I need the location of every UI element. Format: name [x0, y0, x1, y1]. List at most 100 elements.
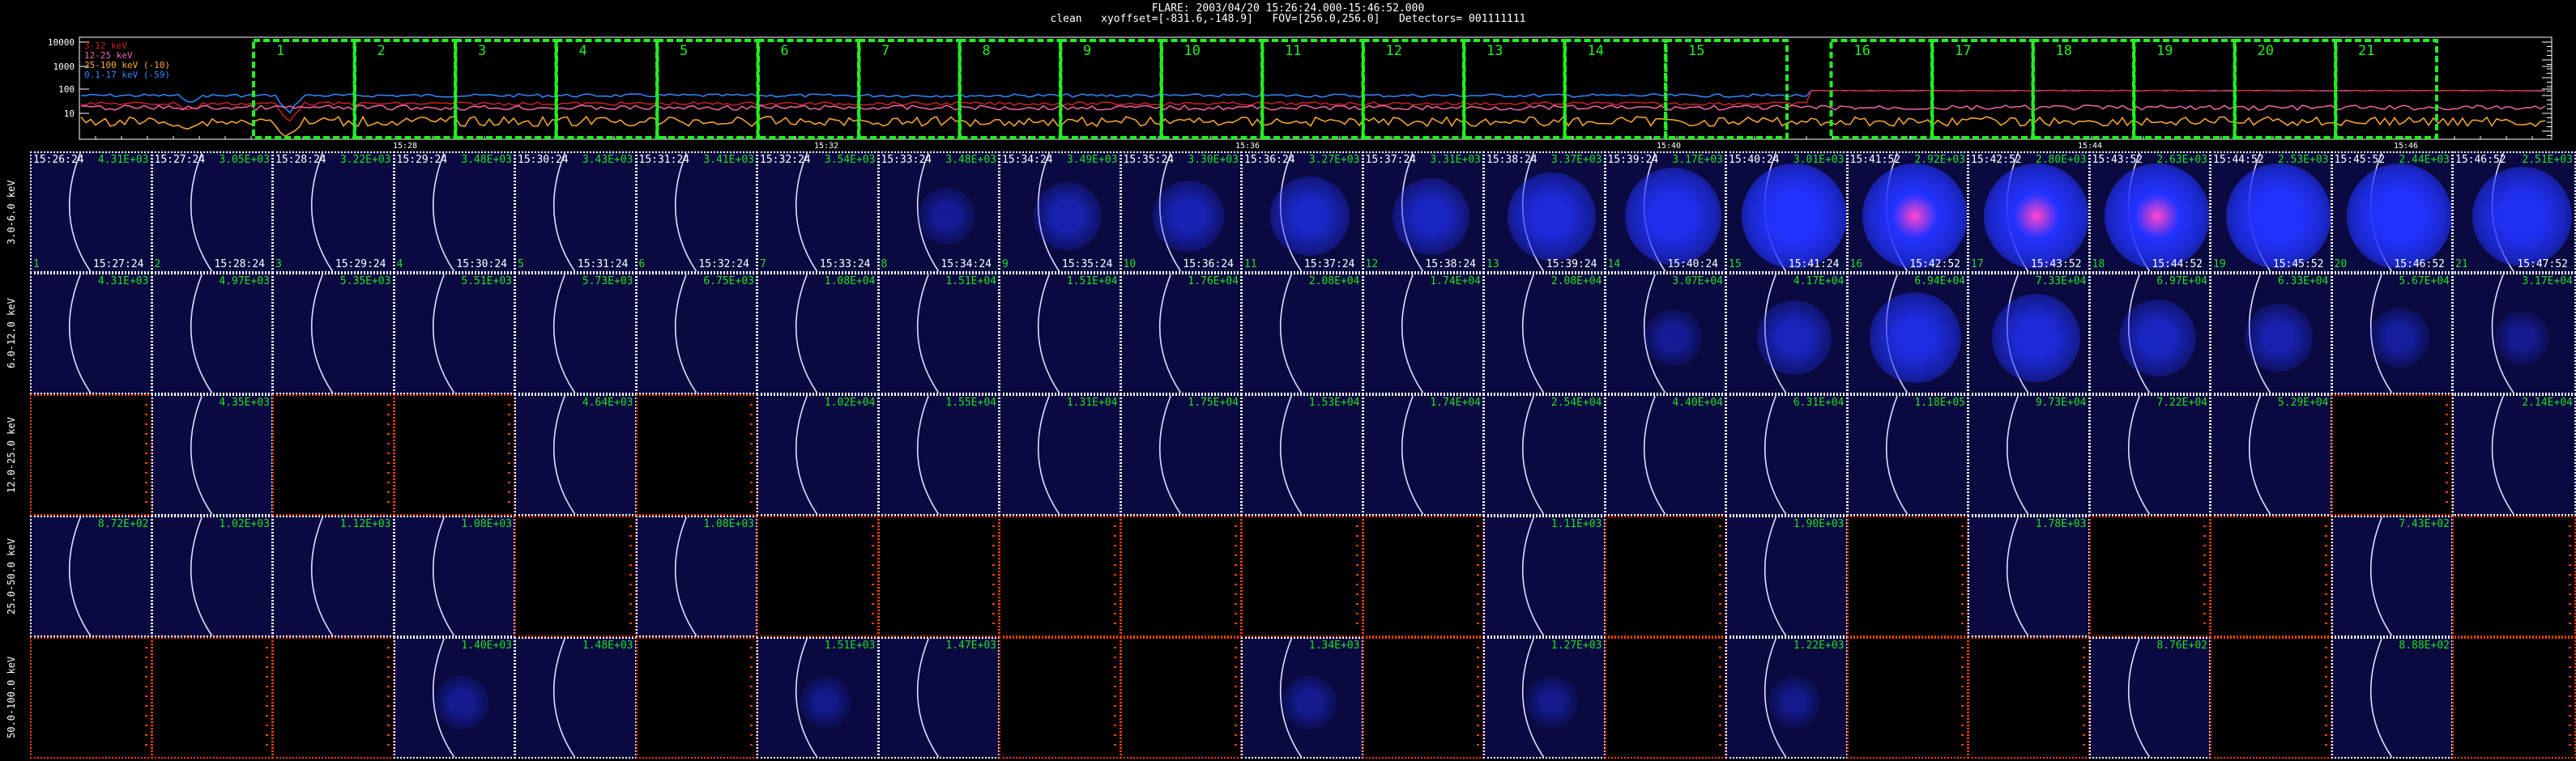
time-interval-label: 12 — [1386, 43, 1402, 59]
start-time: 15:28:24 — [275, 154, 326, 166]
time-interval-label: 15 — [1688, 43, 1704, 59]
image-cell — [1846, 637, 1968, 759]
image-cell: 1.48E+03 — [514, 637, 637, 759]
interval-index: 11 — [1244, 258, 1257, 270]
image-cell: 1.53E+04 — [1241, 394, 1363, 516]
empty-cell-ticks — [2324, 525, 2327, 631]
image-cell: 3.07E+04 — [1604, 273, 1726, 394]
peak-value: 1.74E+04 — [1430, 397, 1481, 409]
empty-cell-ticks — [1113, 525, 1116, 631]
peak-value: 8.88E+02 — [2399, 640, 2450, 652]
solar-limb — [310, 153, 334, 271]
peak-value: 3.22E+03 — [339, 154, 391, 166]
y-tick-label: 10 — [64, 108, 75, 119]
image-cell: 3.27E+03 15:36:24 15:37:24 11 — [1241, 151, 1363, 273]
image-cell: 1.02E+04 — [757, 394, 879, 516]
peak-value: 1.02E+04 — [824, 397, 876, 409]
solar-limb — [432, 517, 455, 636]
interval-index: 1 — [33, 258, 40, 270]
source-blob — [1508, 172, 1597, 261]
peak-value: 2.80E+03 — [2035, 154, 2087, 166]
image-cell — [1362, 637, 1484, 759]
solar-limb — [2127, 396, 2151, 514]
image-cell: 6.94E+04 — [1846, 273, 1968, 394]
time-interval-label: 3 — [478, 43, 486, 59]
solar-limb — [552, 274, 576, 393]
image-cell: 1.02E+03 — [151, 516, 273, 637]
solar-limb — [68, 274, 92, 393]
start-time: 15:38:24 — [1486, 154, 1537, 166]
image-cell — [2452, 516, 2576, 637]
image-cell — [1604, 516, 1726, 637]
interval-index: 5 — [518, 258, 524, 270]
image-cell — [635, 637, 757, 759]
image-cell — [757, 516, 879, 637]
peak-value: 1.08E+03 — [703, 518, 754, 530]
image-cell: 3.37E+03 15:38:24 15:39:24 13 — [1483, 151, 1606, 273]
start-time: 15:33:24 — [881, 154, 932, 166]
solar-limb — [674, 517, 697, 636]
interval-index: 12 — [1365, 258, 1379, 270]
time-interval-label: 1 — [276, 43, 284, 59]
peak-value: 1.78E+03 — [2035, 518, 2087, 530]
peak-value: 1.75E+04 — [1188, 397, 1239, 409]
peak-value: 3.48E+03 — [461, 154, 512, 166]
lightcurve-trace — [80, 115, 2546, 138]
image-cell: 5.73E+03 — [514, 273, 637, 394]
interval-index: 21 — [2455, 258, 2468, 270]
x-tick-label: 15:32 — [814, 142, 838, 150]
end-time: 15:36:24 — [1183, 258, 1234, 270]
peak-value: 7.43E+02 — [2399, 518, 2450, 530]
peak-value: 3.31E+03 — [1430, 154, 1481, 166]
solar-limb — [1521, 517, 1545, 636]
image-cell: 3.22E+03 15:28:24 15:29:24 3 — [272, 151, 395, 273]
peak-value: 1.02E+03 — [219, 518, 270, 530]
image-cell: 1.55E+04 — [877, 394, 1000, 516]
image-cell: 2.14E+04 — [2452, 394, 2576, 516]
peak-value: 5.35E+03 — [339, 275, 391, 287]
image-cell: 3.48E+03 15:33:24 15:34:24 8 — [877, 151, 1000, 273]
solar-limb — [190, 274, 213, 393]
image-cell — [2452, 637, 2576, 759]
interval-index: 2 — [154, 258, 161, 270]
source-blob — [2369, 308, 2430, 368]
end-time: 15:45:52 — [2272, 258, 2324, 270]
empty-cell-ticks — [629, 525, 632, 631]
start-time: 15:37:24 — [1365, 154, 1417, 166]
x-tick-label: 15:46 — [2394, 142, 2418, 150]
image-cell: 5.29E+04 — [2210, 394, 2332, 516]
peak-value: 1.51E+04 — [945, 275, 996, 287]
y-tick-label: 1000 — [53, 62, 75, 72]
start-time: 15:31:24 — [638, 154, 690, 166]
image-cell: 8.72E+02 — [30, 516, 152, 637]
solar-limb — [552, 639, 576, 757]
peak-value: 4.35E+03 — [219, 397, 270, 409]
image-cell: 3.31E+03 15:37:24 15:38:24 12 — [1362, 151, 1484, 273]
source-blob — [1983, 164, 2088, 269]
peak-value: 3.30E+03 — [1188, 154, 1239, 166]
empty-cell-ticks — [1235, 647, 1237, 752]
energy-band-text: 25.0-50.0 keV — [6, 538, 17, 614]
empty-cell-ticks — [508, 404, 510, 509]
peak-value: 5.67E+04 — [2399, 275, 2450, 287]
peak-value: 3.17E+04 — [2522, 275, 2573, 287]
time-interval-label: 16 — [1854, 43, 1870, 59]
empty-cell-ticks — [2569, 647, 2571, 752]
hessi-image-panel: FLARE: 2003/04/20 15:26:24.000-15:46:52.… — [0, 0, 2576, 761]
source-blob — [1624, 168, 1722, 265]
solar-limb — [795, 153, 818, 271]
peak-value: 2.92E+03 — [1914, 154, 1965, 166]
peak-value: 3.07E+04 — [1672, 275, 1723, 287]
interval-index: 6 — [638, 258, 646, 270]
image-cell: 6.97E+04 — [2088, 273, 2211, 394]
solar-limb — [2369, 639, 2393, 757]
peak-value: 1.27E+03 — [1550, 640, 1602, 652]
solar-limb — [916, 396, 940, 514]
image-cell — [1604, 637, 1726, 759]
peak-value: 1.34E+03 — [1308, 640, 1360, 652]
source-blob — [1282, 674, 1337, 729]
image-cell: 7.22E+04 — [2088, 394, 2211, 516]
interval-index: 9 — [1002, 258, 1009, 270]
time-interval-box — [554, 39, 659, 139]
empty-cell-ticks — [1235, 525, 1237, 631]
